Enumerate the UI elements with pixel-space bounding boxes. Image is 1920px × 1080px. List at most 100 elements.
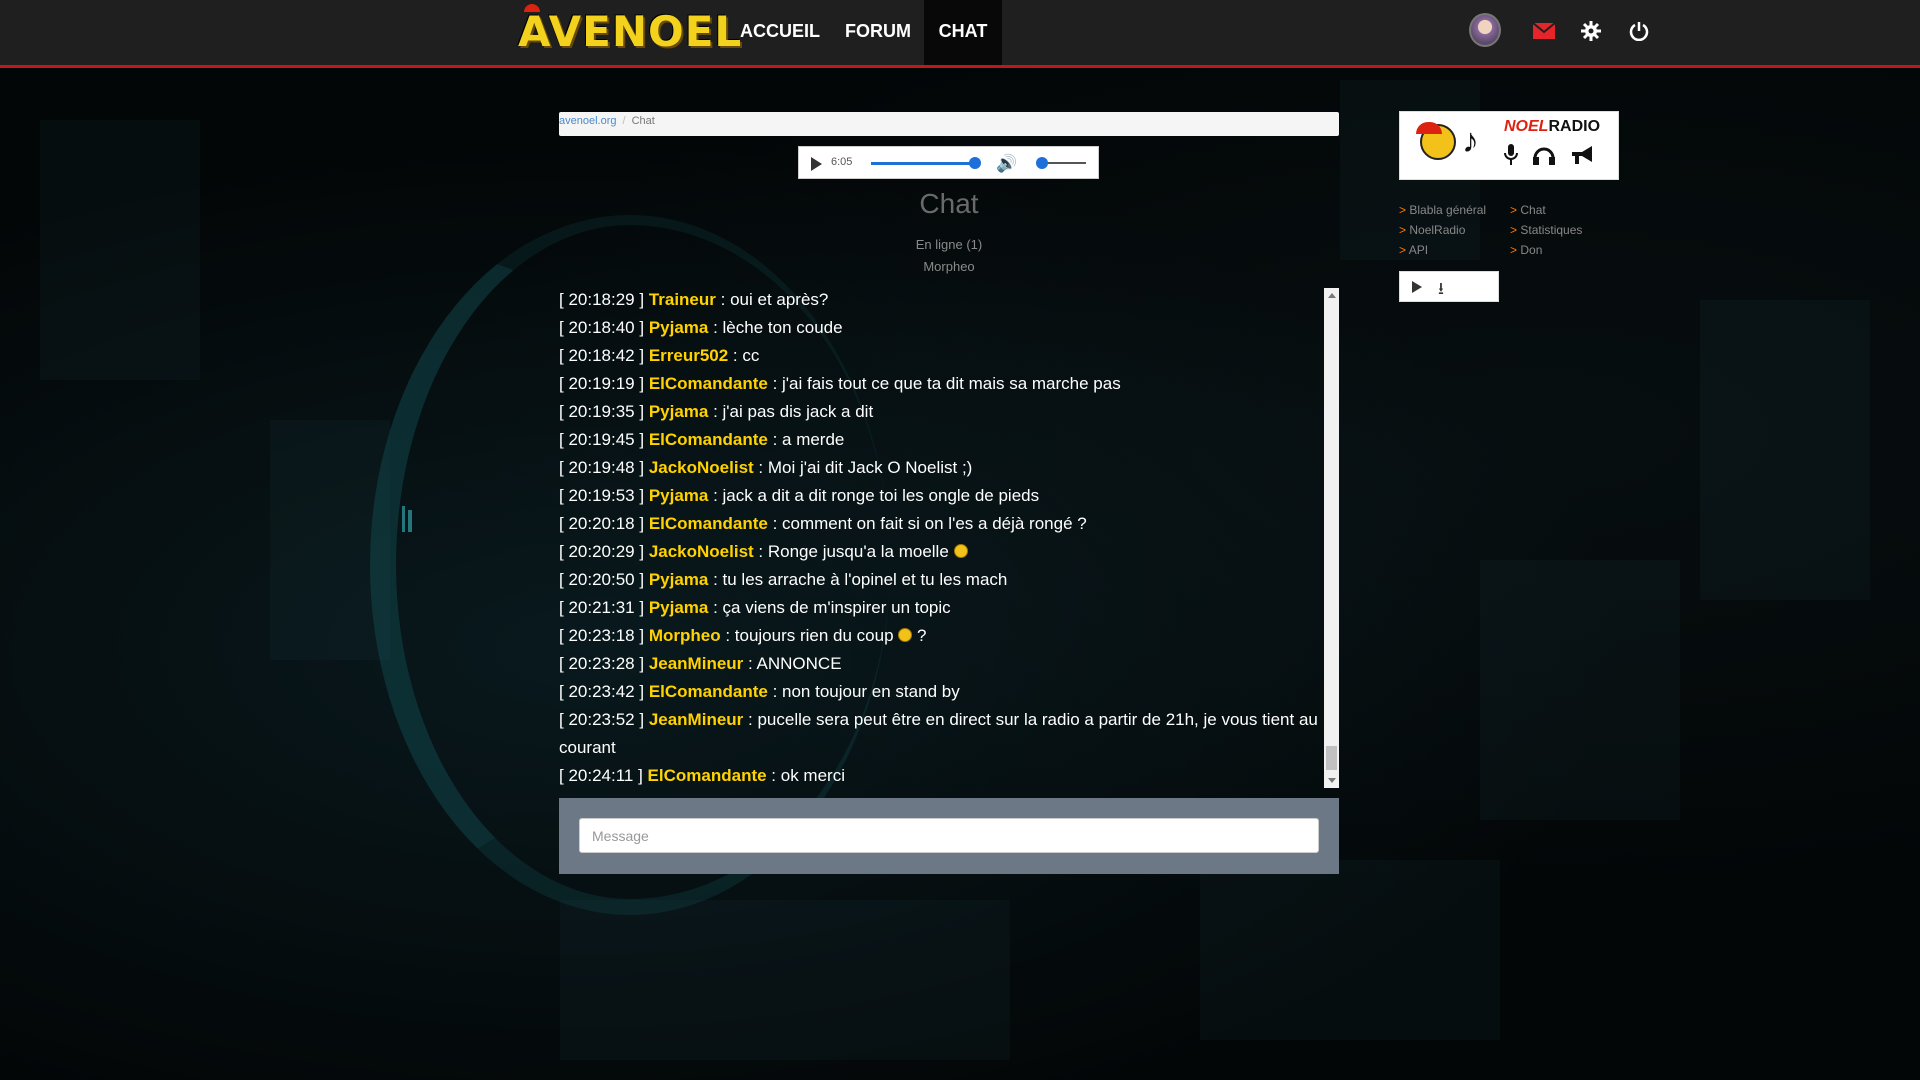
chat-message: [ 20:20:50 ] Pyjama : tu les arrache à l… — [559, 566, 1324, 594]
message-text: : j'ai fais tout ce que ta dit mais sa m… — [767, 374, 1121, 393]
message-username[interactable]: Pyjama — [649, 402, 709, 421]
online-panel: En ligne (1) Morpheo — [559, 234, 1339, 278]
volume-knob[interactable] — [1036, 157, 1048, 169]
sidebar-link[interactable]: > NoelRadio — [1399, 220, 1486, 240]
message-text-after: ? — [912, 626, 927, 645]
chat-message: [ 20:18:40 ] Pyjama : lèche ton coude — [559, 314, 1324, 342]
nav-chat[interactable]: CHAT — [924, 0, 1002, 65]
scroll-thumb[interactable] — [1326, 746, 1337, 770]
message-time: [ 20:20:18 ] — [559, 514, 645, 533]
volume-track[interactable] — [1042, 162, 1086, 164]
message-time: [ 20:23:52 ] — [559, 710, 645, 729]
radio-mini-player: ⭳ — [1399, 271, 1499, 302]
message-list: [ 20:18:29 ] Traineur : oui et après?[ 2… — [559, 286, 1324, 790]
message-time: [ 20:24:11 ] — [559, 766, 643, 785]
chat-message: [ 20:19:48 ] JackoNoelist : Moi j'ai dit… — [559, 454, 1324, 482]
breadcrumb-home-link[interactable]: avenoel.org — [559, 115, 617, 127]
chat-message: [ 20:19:45 ] ElComandante : a merde — [559, 426, 1324, 454]
logo-text: AVENOEL — [518, 7, 743, 56]
megaphone-icon — [1572, 146, 1593, 164]
message-text: : tu les arrache à l'opinel et tu les ma… — [708, 570, 1008, 589]
santa-hat-icon — [524, 4, 540, 12]
smiley-icon — [898, 628, 913, 642]
background-glow — [402, 506, 405, 532]
message-time: [ 20:23:18 ] — [559, 626, 645, 645]
sidebar-link[interactable]: > Chat — [1510, 200, 1582, 220]
player-time: 6:05 — [831, 156, 853, 168]
message-text: : oui et après? — [715, 290, 829, 309]
message-username[interactable]: Morpheo — [649, 626, 721, 645]
message-text: : j'ai pas dis jack a dit — [708, 402, 874, 421]
chat-messages[interactable]: [ 20:18:29 ] Traineur : oui et après?[ 2… — [559, 286, 1339, 788]
message-username[interactable]: ElComandante — [649, 682, 768, 701]
breadcrumb-separator: / — [622, 115, 626, 127]
scrollbar[interactable] — [1324, 288, 1339, 788]
breadcrumb: avenoel.org / Chat — [559, 112, 1339, 136]
download-icon[interactable]: ⭳ — [1438, 276, 1444, 305]
avatar — [1469, 13, 1501, 47]
message-username[interactable]: Pyjama — [649, 318, 709, 337]
radio-icons — [1504, 144, 1596, 172]
message-time: [ 20:18:42 ] — [559, 346, 645, 365]
message-username[interactable]: ElComandante — [648, 766, 767, 785]
volume-icon[interactable]: 🔊 — [996, 154, 1017, 174]
message-time: [ 20:19:48 ] — [559, 458, 645, 477]
noel-radio-banner[interactable]: ♪ NOELRADIO — [1399, 111, 1619, 180]
scroll-down-icon[interactable] — [1328, 778, 1336, 783]
sidebar-link[interactable]: > Blabla général — [1399, 200, 1486, 220]
chat-message: [ 20:23:52 ] JeanMineur : pucelle sera p… — [559, 706, 1324, 762]
message-username[interactable]: ElComandante — [649, 374, 768, 393]
sidebar-link[interactable]: > API — [1399, 240, 1486, 260]
background-block — [270, 420, 390, 660]
sidebar-link[interactable]: > Don — [1510, 240, 1582, 260]
background-block — [560, 900, 1010, 1060]
message-username[interactable]: ElComandante — [649, 514, 768, 533]
chat-message: [ 20:19:53 ] Pyjama : jack a dit a dit r… — [559, 482, 1324, 510]
online-users[interactable]: Morpheo — [559, 256, 1339, 278]
user-avatar[interactable] — [1469, 13, 1501, 47]
online-count: En ligne (1) — [915, 237, 983, 252]
message-time: [ 20:19:35 ] — [559, 402, 645, 421]
sidebar-link[interactable]: > Statistiques — [1510, 220, 1582, 240]
site-logo[interactable]: AVENOEL — [518, 4, 741, 56]
message-username[interactable]: JackoNoelist — [649, 458, 754, 477]
background-block — [1480, 560, 1680, 820]
headphones-icon — [1533, 147, 1556, 165]
message-text: : comment on fait si on l'es a déjà rong… — [767, 514, 1087, 533]
message-time: [ 20:18:40 ] — [559, 318, 645, 337]
message-username[interactable]: JeanMineur — [649, 654, 743, 673]
message-text: : Moi j'ai dit Jack O Noelist ;) — [753, 458, 973, 477]
chat-message: [ 20:18:29 ] Traineur : oui et après? — [559, 286, 1324, 314]
gear-icon[interactable] — [1575, 15, 1607, 47]
power-icon[interactable] — [1623, 15, 1655, 47]
message-input[interactable] — [579, 818, 1319, 853]
message-time: [ 20:20:29 ] — [559, 542, 645, 561]
message-text: : non toujour en stand by — [767, 682, 960, 701]
chat-message: [ 20:21:31 ] Pyjama : ça viens de m'insp… — [559, 594, 1324, 622]
nav-accueil[interactable]: ACCUEIL — [735, 0, 825, 65]
message-time: [ 20:23:28 ] — [559, 654, 645, 673]
message-username[interactable]: JackoNoelist — [649, 542, 754, 561]
message-username[interactable]: JeanMineur — [649, 710, 743, 729]
message-username[interactable]: ElComandante — [649, 430, 768, 449]
progress-knob[interactable] — [969, 157, 981, 169]
radio-play-icon[interactable] — [1412, 281, 1422, 293]
play-icon[interactable] — [811, 157, 822, 171]
music-note-icon: ♪ — [1462, 122, 1479, 160]
message-username[interactable]: Erreur502 — [649, 346, 728, 365]
message-text: : ok merci — [766, 766, 845, 785]
message-text: : ANNONCE — [743, 654, 842, 673]
chat-message: [ 20:23:28 ] JeanMineur : ANNONCE — [559, 650, 1324, 678]
message-username[interactable]: Pyjama — [649, 570, 709, 589]
message-username[interactable]: Pyjama — [649, 486, 709, 505]
progress-track[interactable] — [871, 162, 975, 165]
message-text: : a merde — [767, 430, 845, 449]
nav-forum[interactable]: FORUM — [838, 0, 918, 65]
message-username[interactable]: Pyjama — [649, 598, 709, 617]
message-username[interactable]: Traineur — [649, 290, 716, 309]
chat-message: [ 20:19:35 ] Pyjama : j'ai pas dis jack … — [559, 398, 1324, 426]
radio-name-radio: RADIO — [1548, 118, 1601, 135]
mail-icon[interactable] — [1528, 15, 1560, 47]
scroll-up-icon[interactable] — [1328, 293, 1336, 298]
sidebar-links-col1: > Blabla général > NoelRadio > API — [1399, 200, 1486, 260]
